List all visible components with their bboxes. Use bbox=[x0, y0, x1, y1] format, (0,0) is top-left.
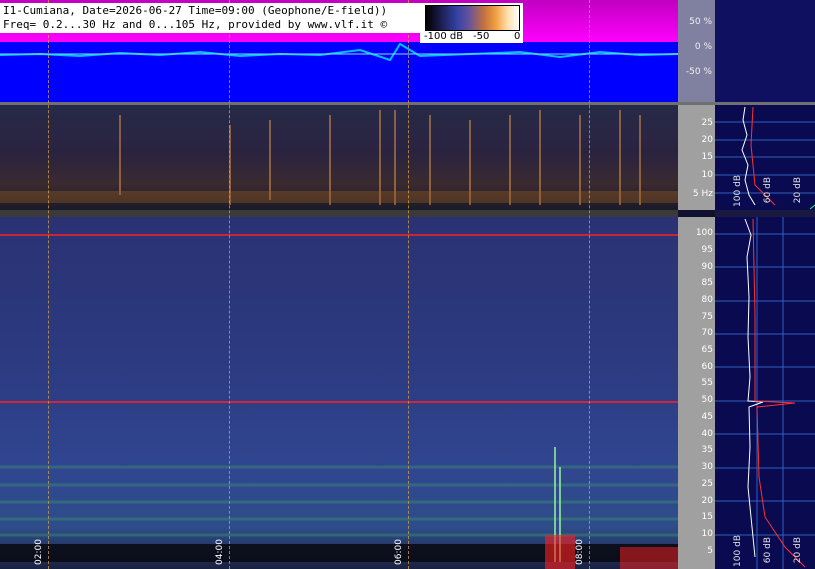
ytick: 100 bbox=[695, 228, 713, 238]
ytick: 65 bbox=[701, 345, 713, 355]
profile-label: 60 dB bbox=[763, 177, 773, 204]
time-label: 06:00 bbox=[394, 539, 404, 565]
profile-label: 20 dB bbox=[793, 537, 803, 564]
wave-tick-minus50: -50 % bbox=[685, 67, 712, 77]
ytick: 55 bbox=[701, 378, 713, 388]
title-box: I1-Cumiana, Date=2026-06-27 Time=09:00 (… bbox=[0, 3, 420, 33]
ytick: 35 bbox=[701, 445, 713, 455]
ytick: 60 bbox=[701, 362, 713, 372]
ytick: 25 bbox=[701, 479, 713, 489]
wave-tick-50: 50 % bbox=[689, 17, 712, 27]
ytick: 25 bbox=[701, 118, 713, 128]
color-scale-legend: -100 dB -50 0 bbox=[420, 3, 523, 43]
color-gradient bbox=[425, 5, 520, 31]
colorbar-max: 0 bbox=[514, 31, 521, 42]
ytick: 15 bbox=[701, 152, 713, 162]
high-profile-plot bbox=[715, 217, 815, 569]
ytick: 75 bbox=[701, 312, 713, 322]
ytick: 5 bbox=[707, 546, 713, 556]
ytick: 40 bbox=[701, 429, 713, 439]
low-band-profile: 100 dB 60 dB 20 dB bbox=[715, 105, 815, 210]
low-band-streaks bbox=[0, 110, 678, 205]
time-marker bbox=[229, 0, 230, 569]
time-label: 04:00 bbox=[215, 539, 225, 565]
title-line-2: Freq= 0.2...30 Hz and 0...105 Hz, provid… bbox=[3, 18, 388, 31]
profile-label: 100 dB bbox=[733, 175, 743, 207]
ytick: 20 bbox=[701, 496, 713, 506]
ytick: 45 bbox=[701, 412, 713, 422]
ytick: 10 bbox=[701, 529, 713, 539]
divider bbox=[0, 210, 678, 217]
ytick: 30 bbox=[701, 462, 713, 472]
time-marker bbox=[48, 0, 49, 569]
high-band-features bbox=[0, 234, 678, 569]
wave-tick-0: 0 % bbox=[694, 42, 712, 52]
high-band-scale: 100 95 90 85 80 75 70 65 60 55 50 45 40 … bbox=[678, 217, 715, 569]
ytick: 15 bbox=[701, 512, 713, 522]
profile-label: 20 dB bbox=[793, 177, 803, 204]
time-marker bbox=[408, 0, 409, 569]
colorbar-mid: -50 bbox=[473, 31, 490, 42]
ytick: 95 bbox=[701, 245, 713, 255]
ytick: 70 bbox=[701, 328, 713, 338]
colorbar-min: -100 dB bbox=[424, 31, 464, 42]
low-band-scale: 25 20 15 10 5 Hz bbox=[678, 105, 715, 210]
high-frequency-spectrogram bbox=[0, 217, 678, 569]
high-band-profile: 100 dB 60 dB 20 dB bbox=[715, 217, 815, 569]
time-label: 02:00 bbox=[34, 539, 44, 565]
ytick: 90 bbox=[701, 262, 713, 272]
profile-label: 60 dB bbox=[763, 537, 773, 564]
waveform-scale: 50 % 0 % -50 % bbox=[678, 0, 715, 102]
ytick: 85 bbox=[701, 278, 713, 288]
time-marker bbox=[589, 0, 590, 569]
ytick: 20 bbox=[701, 135, 713, 145]
ytick: 80 bbox=[701, 295, 713, 305]
time-label: 08:00 bbox=[575, 539, 585, 565]
top-right-panel bbox=[715, 0, 815, 102]
ytick: 50 bbox=[701, 395, 713, 405]
title-line-1: I1-Cumiana, Date=2026-06-27 Time=09:00 (… bbox=[3, 4, 388, 17]
profile-label: 100 dB bbox=[733, 535, 743, 567]
low-frequency-spectrogram bbox=[0, 105, 678, 210]
divider bbox=[715, 210, 815, 217]
ytick: 5 Hz bbox=[692, 189, 713, 199]
ytick: 10 bbox=[701, 170, 713, 180]
